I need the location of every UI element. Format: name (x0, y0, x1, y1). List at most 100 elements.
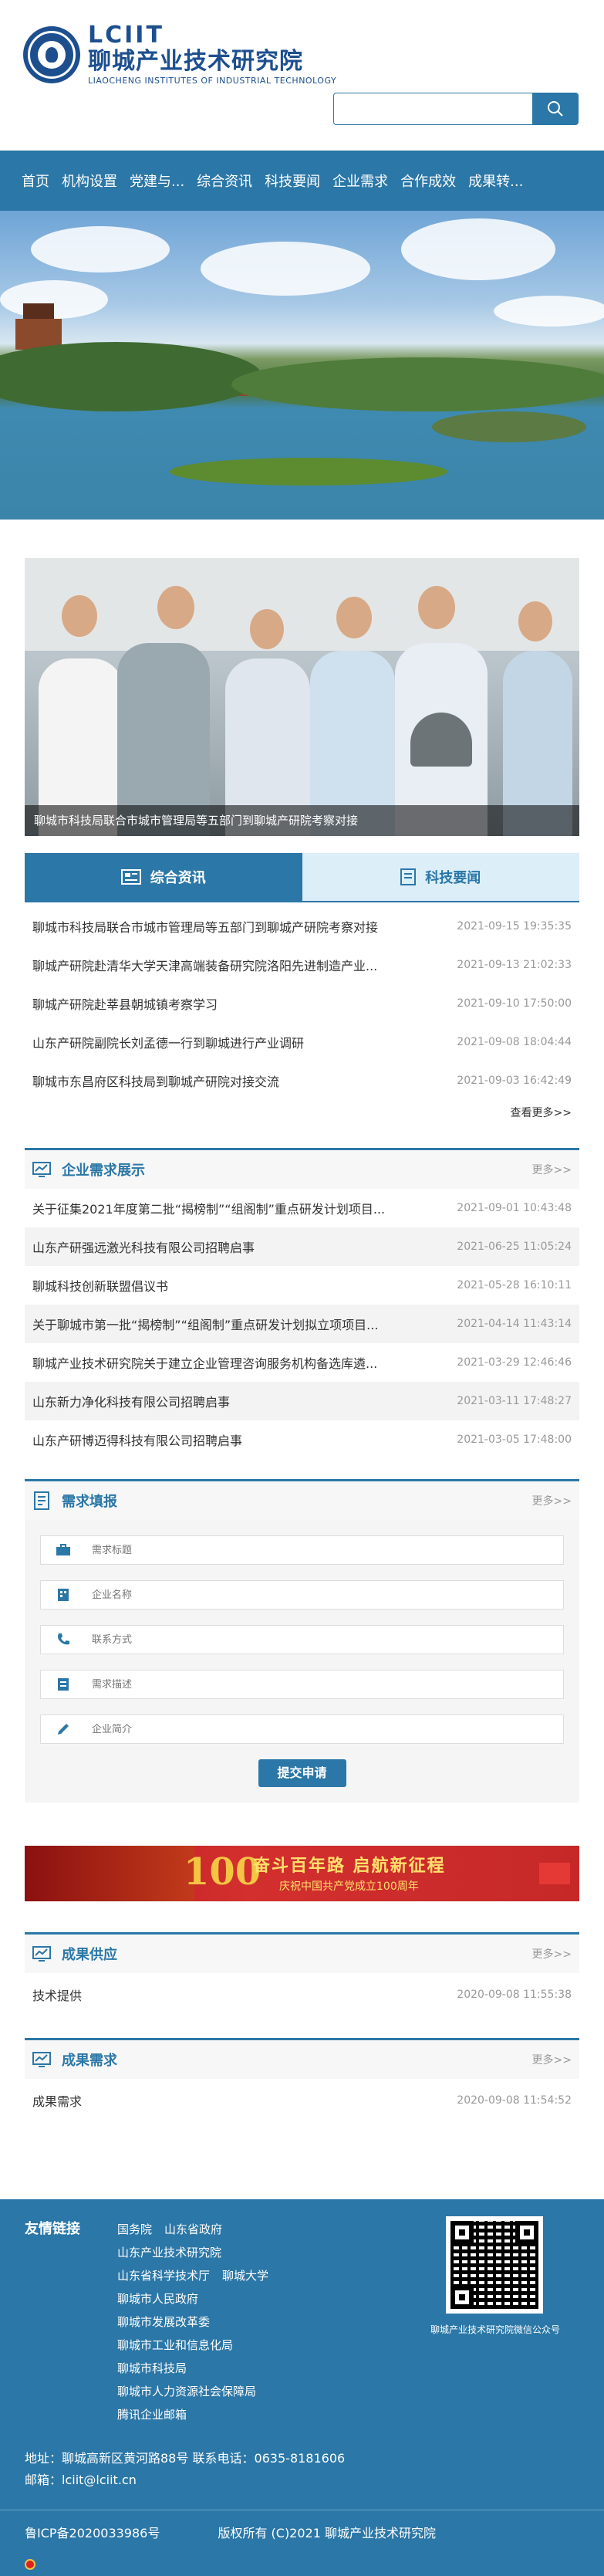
nav-item-results[interactable]: 合作成效 (394, 171, 462, 191)
footer-link[interactable]: 聊城市科技局 (117, 2361, 187, 2375)
contact-input[interactable] (92, 1633, 563, 1646)
footer-link[interactable]: 山东产业技术研究院 (117, 2246, 221, 2260)
list-item[interactable]: 山东新力净化科技有限公司招聘启事 2021-03-11 17:48:27 (25, 1382, 579, 1420)
demand-desc-input[interactable] (92, 1678, 563, 1691)
demand-title-input[interactable] (92, 1544, 563, 1556)
briefcase-icon (56, 1544, 70, 1555)
list-item[interactable]: 成果需求 2020-09-08 11:54:52 (25, 2079, 579, 2122)
list-item[interactable]: 聊城产业技术研究院关于建立企业管理咨询服务机构备选库遴... 2021-03-29… (25, 1343, 579, 1382)
demand-form-title: 需求填报 (62, 1494, 117, 1510)
featured-news-photo[interactable]: 聊城市科技局联合市城市管理局等五部门到聊城产研院考察对接 (25, 558, 579, 836)
logo-emblem-icon (23, 26, 80, 83)
footer-link[interactable]: 聊城市工业和信息化局 (117, 2338, 233, 2352)
document-icon (58, 1678, 69, 1691)
footer-link[interactable]: 山东省政府 (164, 2222, 222, 2236)
site-logo[interactable]: LCIIT 聊城产业技术研究院 LIAOCHENG INSTITUTES OF … (23, 23, 336, 86)
chart-icon (32, 1162, 51, 1177)
nav-item-home[interactable]: 首页 (15, 171, 56, 191)
demand-desc-field (40, 1670, 564, 1699)
footer-link[interactable]: 聊城市发展改革委 (117, 2315, 210, 2329)
news-more-link[interactable]: 查看更多>> (25, 1100, 579, 1120)
site-header: LCIIT 聊城产业技术研究院 LIAOCHENG INSTITUTES OF … (0, 0, 604, 151)
icp-number[interactable]: 鲁ICP备2020033986号 (25, 2526, 160, 2540)
demand-more-link[interactable]: 更多>> (532, 1162, 572, 1177)
news-list: 聊城市科技局联合市城市管理局等五部门到聊城产研院考察对接 2021-09-15 1… (25, 907, 579, 1120)
list-item[interactable]: 关于聊城市第一批“揭榜制”“组阁制”重点研发计划拟立项项目... 2021-04-… (25, 1305, 579, 1343)
flag-icon (539, 1863, 570, 1884)
achievement-demand-more-link[interactable]: 更多>> (532, 2052, 572, 2067)
list-item[interactable]: 山东产研博迈得科技有限公司招聘启事 2021-03-05 17:48:00 (25, 1420, 579, 1459)
logo-chinese-name: 聊城产业技术研究院 (88, 48, 303, 75)
qr-caption: 聊城产业技术研究院微信公众号 (430, 2324, 560, 2335)
demand-title-field (40, 1535, 564, 1565)
party-anniversary-banner[interactable]: 100 奋斗百年路 启航新征程 庆祝中国共产党成立100周年 (25, 1846, 579, 1901)
supply-panel: 成果供应 更多>> 技术提供 2020-09-08 11:55:38 (25, 1932, 579, 2016)
search-icon (548, 101, 563, 117)
nav-item-demand[interactable]: 企业需求 (326, 171, 394, 191)
featured-news-caption[interactable]: 聊城市科技局联合市城市管理局等五部门到聊城产研院考察对接 (25, 805, 579, 836)
copyright: 版权所有 (C)2021 聊城产业技术研究院 (218, 2526, 436, 2540)
footer-link[interactable]: 聊城市人民政府 (117, 2292, 198, 2306)
nav-item-party[interactable]: 党建与... (123, 171, 191, 191)
phone-icon (58, 1633, 69, 1645)
supply-panel-title: 成果供应 (62, 1947, 117, 1963)
chart-icon (32, 2052, 51, 2067)
company-name-field (40, 1580, 564, 1610)
demand-form: 提交申请 (25, 1520, 579, 1803)
list-item[interactable]: 山东产研院副院长刘孟德一行到聊城进行产业调研 2021-09-08 18:04:4… (25, 1023, 579, 1061)
nav-item-transfer[interactable]: 成果转... (462, 171, 529, 191)
list-item[interactable]: 聊城科技创新联盟倡议书 2021-05-28 16:10:11 (25, 1266, 579, 1305)
nav-item-tech[interactable]: 科技要闻 (258, 171, 326, 191)
demand-panel: 企业需求展示 更多>> 关于征集2021年度第二批“揭榜制”“组阁制”重点研发计… (25, 1148, 579, 1459)
form-more-link[interactable]: 更多>> (532, 1493, 572, 1508)
newspaper-icon (120, 869, 141, 885)
tab-general-news[interactable]: 综合资讯 (25, 853, 302, 901)
tab-tech-news-label: 科技要闻 (425, 870, 481, 886)
document-icon (400, 868, 417, 885)
submit-button[interactable]: 提交申请 (258, 1759, 346, 1787)
site-footer: 友情链接 国务院 山东省政府 山东产业技术研究院 山东省科学技术厅 聊城大学 聊城市… (0, 2199, 604, 2576)
wechat-qr-code (446, 2216, 543, 2314)
friendly-links-title: 友情链接 (25, 2221, 80, 2237)
party-banner-subtitle: 庆祝中国共产党成立100周年 (279, 1880, 419, 1893)
logo-subtitle: LIAOCHENG INSTITUTES OF INDUSTRIAL TECHN… (88, 76, 337, 86)
footer-link[interactable]: 山东省科学技术厅 (117, 2269, 210, 2283)
nav-item-news[interactable]: 综合资讯 (191, 171, 258, 191)
footer-link[interactable]: 聊城大学 (222, 2269, 268, 2283)
building-icon (58, 1589, 69, 1601)
list-item[interactable]: 山东产研强远激光科技有限公司招聘启事 2021-06-25 11:05:24 (25, 1227, 579, 1266)
company-intro-field (40, 1715, 564, 1744)
list-item[interactable]: 技术提供 2020-09-08 11:55:38 (25, 1973, 579, 2016)
footer-link[interactable]: 聊城市人力资源社会保障局 (117, 2385, 256, 2398)
demand-form-panel: 需求填报 更多>> 提交申请 (25, 1479, 579, 1803)
search-input[interactable] (333, 93, 532, 125)
tab-tech-news[interactable]: 科技要闻 (302, 853, 579, 901)
footer-link[interactable]: 国务院 (117, 2222, 152, 2236)
nav-item-org[interactable]: 机构设置 (56, 171, 123, 191)
list-item[interactable]: 聊城市科技局联合市城市管理局等五部门到聊城产研院考察对接 2021-09-15 1… (25, 907, 579, 946)
company-name-input[interactable] (92, 1589, 563, 1601)
list-item[interactable]: 聊城产研院赴莘县朝城镇考察学习 2021-09-10 17:50:00 (25, 984, 579, 1023)
company-intro-input[interactable] (92, 1723, 563, 1735)
footer-address: 地址：聊城高新区黄河路88号 联系电话：0635-8181606 邮箱：lcii… (25, 2451, 346, 2487)
list-item[interactable]: 聊城产研院赴清华大学天津高端装备研究院洛阳先进制造产业... 2021-09-13… (25, 946, 579, 984)
list-item[interactable]: 聊城市东昌府区科技局到聊城产研院对接交流 2021-09-03 16:42:49 (25, 1061, 579, 1100)
friendly-links: 国务院 山东省政府 山东产业技术研究院 山东省科学技术厅 聊城大学 聊城市人民政府 … (117, 2218, 349, 2426)
search-button[interactable] (532, 93, 579, 125)
police-badge-icon[interactable] (25, 2559, 35, 2570)
supply-more-link[interactable]: 更多>> (532, 1946, 572, 1962)
logo-english-name: LCIIT (88, 22, 164, 49)
hero-banner (0, 211, 604, 520)
demand-panel-title: 企业需求展示 (62, 1163, 145, 1179)
list-item[interactable]: 关于征集2021年度第二批“揭榜制”“组阁制”重点研发计划项目... 2021-0… (25, 1189, 579, 1227)
search-box (333, 93, 579, 125)
party-banner-title: 奋斗百年路 启航新征程 (253, 1857, 446, 1876)
form-icon (34, 1491, 49, 1510)
news-tabs: 综合资讯 科技要闻 (25, 853, 579, 902)
main-nav: 首页 机构设置 党建与... 综合资讯 科技要闻 企业需求 合作成效 成果转..… (0, 151, 604, 211)
contact-field (40, 1625, 564, 1654)
achievement-demand-title: 成果需求 (62, 2053, 117, 2069)
chart-icon (32, 1946, 51, 1962)
pencil-icon (58, 1724, 69, 1735)
footer-link[interactable]: 腾讯企业邮箱 (117, 2408, 187, 2422)
